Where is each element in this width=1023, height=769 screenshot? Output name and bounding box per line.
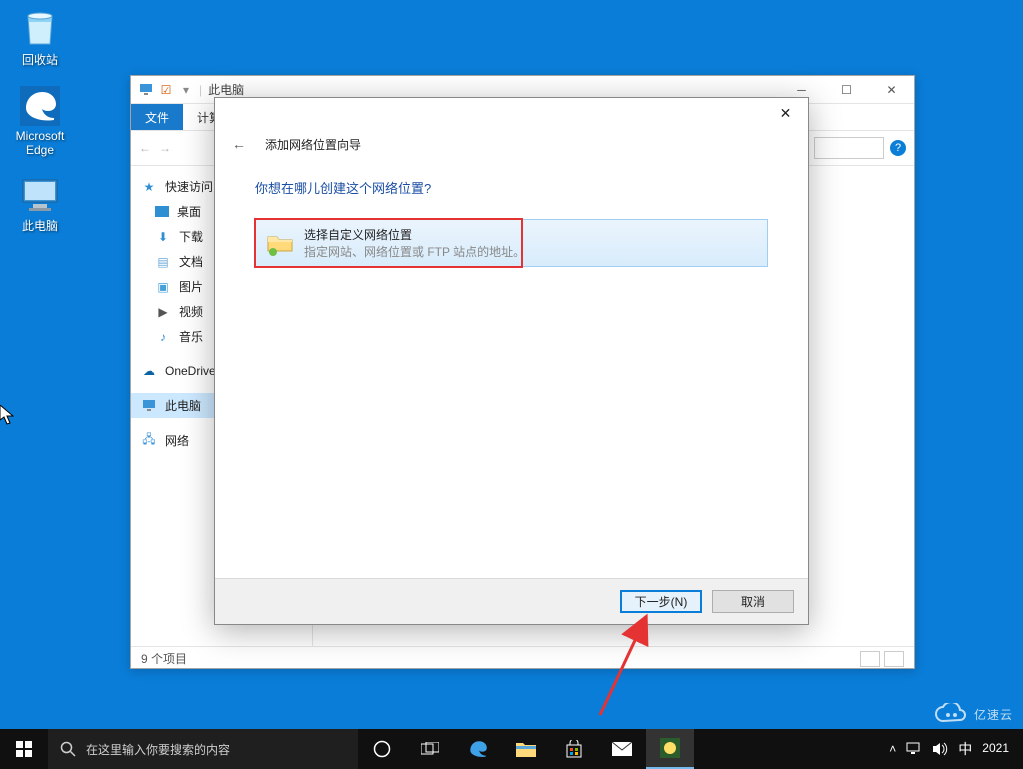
this-pc-icon[interactable]: 此电脑 [2, 171, 78, 237]
sidebar-item-label: 网络 [165, 432, 189, 449]
folder-network-icon [266, 229, 294, 257]
edge-icon [19, 85, 61, 127]
wizard-option-list: 选择自定义网络位置 指定网站、网络位置或 FTP 站点的地址。 [255, 219, 768, 267]
option-description: 指定网站、网络位置或 FTP 站点的地址。 [304, 243, 525, 260]
sidebar-item-label: OneDrive [165, 364, 216, 378]
wizard-footer: 下一步(N) 取消 [215, 578, 808, 624]
picture-icon: ▣ [155, 279, 171, 295]
sidebar-item-label: 桌面 [177, 203, 201, 220]
desktop: 回收站 Microsoft Edge 此电脑 ☑ ▾ | 此电脑 [0, 0, 1023, 769]
network-icon: 🖧 [141, 433, 157, 449]
system-tray: ˄ 中 2021 [879, 739, 1023, 759]
desktop-icon-label: Microsoft Edge [16, 129, 65, 157]
sidebar-item-label: 快速访问 [165, 178, 213, 195]
details-view-button[interactable] [860, 651, 880, 667]
taskbar-edge[interactable] [454, 729, 502, 769]
document-icon: ▤ [155, 254, 171, 270]
maximize-button[interactable]: ☐ [824, 76, 869, 104]
sidebar-item-label: 文档 [179, 253, 203, 270]
sidebar-item-label: 图片 [179, 278, 203, 295]
watermark-text: 亿速云 [974, 706, 1013, 723]
status-text: 9 个项目 [141, 650, 187, 667]
download-icon: ⬇ [155, 229, 171, 245]
option-custom-network-location[interactable]: 选择自定义网络位置 指定网站、网络位置或 FTP 站点的地址。 [256, 220, 767, 266]
clock-text: 2021 [982, 741, 1009, 755]
star-icon: ★ [141, 179, 157, 195]
cortana-button[interactable] [358, 729, 406, 769]
option-title: 选择自定义网络位置 [304, 226, 525, 243]
search-icon [60, 741, 76, 757]
desktop-icon-label: 此电脑 [22, 219, 58, 233]
taskbar-store[interactable] [550, 729, 598, 769]
watermark: 亿速云 [934, 703, 1013, 725]
sidebar-item-label: 此电脑 [165, 397, 201, 414]
music-icon: ♪ [155, 329, 171, 345]
computer-icon [141, 398, 157, 414]
sidebar-item-label: 视频 [179, 303, 203, 320]
cloud-icon: ☁ [141, 363, 157, 379]
tray-chevron-up-icon[interactable]: ˄ [889, 742, 896, 756]
taskbar-file-explorer[interactable] [502, 729, 550, 769]
add-network-location-wizard: ✕ ← 添加网络位置向导 你想在哪儿创建这个网络位置? 选择自定义网络位置 指定… [214, 97, 809, 625]
checkbox-icon: ☑ [159, 83, 173, 97]
mouse-cursor-icon [0, 405, 14, 425]
trash-icon [19, 9, 61, 51]
volume-tray-icon[interactable] [932, 742, 948, 756]
wizard-back-button[interactable]: ← [227, 132, 251, 156]
sidebar-item-label: 音乐 [179, 328, 203, 345]
explorer-title: 此电脑 [208, 81, 244, 98]
desktop-icons: 回收站 Microsoft Edge 此电脑 [0, 5, 80, 237]
help-icon[interactable]: ? [890, 140, 906, 156]
taskbar-active-app[interactable] [646, 729, 694, 769]
wizard-titlebar[interactable]: ✕ [215, 98, 808, 128]
computer-small-icon [139, 83, 153, 97]
desktop-icon [155, 206, 169, 217]
dropdown-icon[interactable]: ▾ [179, 83, 193, 97]
wizard-question: 你想在哪儿创建这个网络位置? [255, 178, 768, 197]
task-view-button[interactable] [406, 729, 454, 769]
close-button[interactable]: ✕ [869, 76, 914, 104]
desktop-icon-label: 回收站 [22, 53, 58, 67]
explorer-search-input[interactable] [814, 137, 884, 159]
wizard-title: 添加网络位置向导 [265, 136, 361, 153]
start-button[interactable] [0, 729, 48, 769]
computer-icon [19, 175, 61, 217]
cancel-button[interactable]: 取消 [712, 590, 794, 613]
nav-back-icon[interactable]: ← [139, 141, 151, 155]
cloud-logo-icon [934, 703, 968, 725]
status-bar: 9 个项目 [131, 646, 914, 670]
network-tray-icon[interactable] [906, 742, 922, 756]
nav-forward-icon[interactable]: → [159, 141, 171, 155]
sidebar-item-label: 下载 [179, 228, 203, 245]
taskbar-clock[interactable]: 2021 [982, 742, 1013, 756]
search-placeholder: 在这里输入你要搜索的内容 [86, 741, 230, 758]
taskbar-search[interactable]: 在这里输入你要搜索的内容 [48, 729, 358, 769]
edge-browser-icon[interactable]: Microsoft Edge [2, 81, 78, 161]
taskbar-mail[interactable] [598, 729, 646, 769]
tab-file[interactable]: 文件 [131, 104, 183, 130]
recycle-bin-icon[interactable]: 回收站 [2, 5, 78, 71]
icons-view-button[interactable] [884, 651, 904, 667]
wizard-close-button[interactable]: ✕ [763, 98, 808, 128]
next-button[interactable]: 下一步(N) [620, 590, 702, 613]
ime-indicator[interactable]: 中 [958, 739, 972, 759]
taskbar: 在这里输入你要搜索的内容 ˄ 中 2021 [0, 729, 1023, 769]
video-icon: ▶ [155, 304, 171, 320]
